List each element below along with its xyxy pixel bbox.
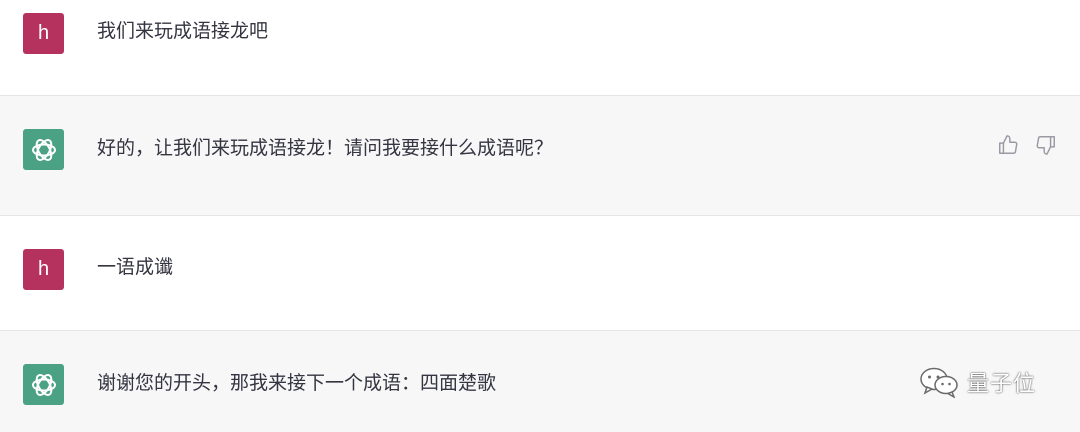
- message-user: h 一语成谶: [0, 216, 1080, 330]
- openai-logo-icon: [31, 373, 56, 396]
- feedback-buttons: [996, 133, 1058, 157]
- watermark-text: 量子位: [967, 372, 1037, 397]
- thumbs-up-button[interactable]: [996, 133, 1020, 157]
- chat-thread: h 我们来玩成语接龙吧 好的，让我们来玩成语接龙！请问我要接什么成语呢？ h 一…: [0, 0, 1080, 432]
- message-text: 一语成谶: [97, 256, 174, 278]
- avatar-letter: h: [37, 258, 50, 280]
- message-assistant: 好的，让我们来玩成语接龙！请问我要接什么成语呢？: [0, 96, 1080, 215]
- user-avatar: h: [23, 13, 64, 54]
- user-avatar: h: [23, 249, 64, 290]
- thumbs-down-button[interactable]: [1034, 133, 1058, 157]
- thumbs-up-icon: [999, 135, 1018, 154]
- assistant-avatar: [23, 364, 64, 405]
- assistant-avatar: [23, 129, 64, 170]
- message-text: 我们来玩成语接龙吧: [97, 20, 269, 42]
- thumbs-down-icon: [1036, 136, 1055, 155]
- watermark: 量子位: [919, 366, 1036, 398]
- wechat-icon: [920, 367, 958, 398]
- avatar-letter: h: [37, 22, 50, 44]
- message-assistant: 谢谢您的开头，那我来接下一个成语：四面楚歌: [0, 331, 1080, 432]
- message-user: h 我们来玩成语接龙吧: [0, 0, 1080, 95]
- message-text: 谢谢您的开头，那我来接下一个成语：四面楚歌: [97, 372, 497, 394]
- message-text: 好的，让我们来玩成语接龙！请问我要接什么成语呢？: [97, 137, 554, 159]
- openai-logo-icon: [31, 138, 56, 161]
